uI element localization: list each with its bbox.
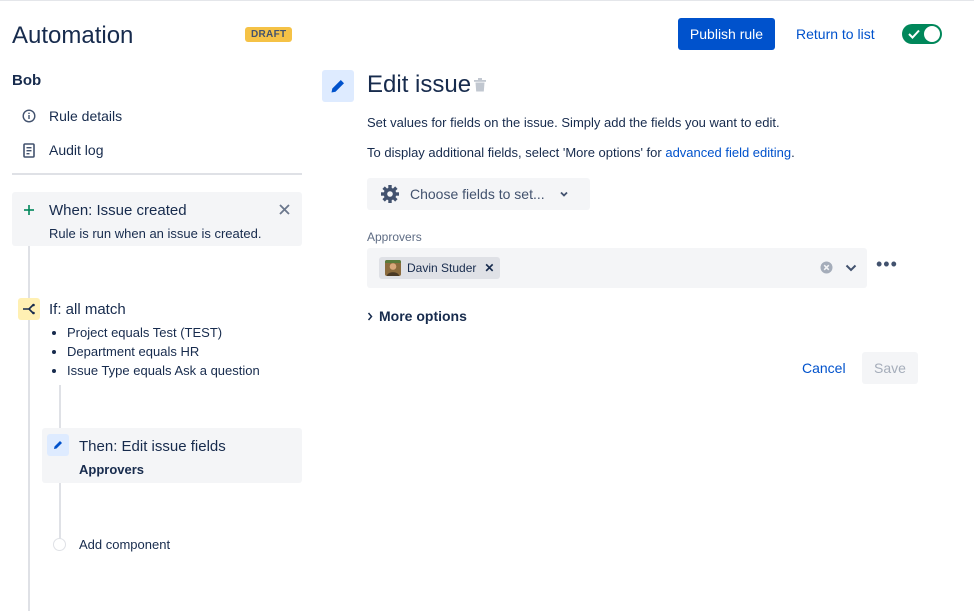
trigger-title: When: Issue created xyxy=(49,202,187,219)
condition-list: Project equals Test (TEST) Department eq… xyxy=(50,323,260,380)
toggle-knob xyxy=(924,26,940,42)
clear-selection-icon[interactable] xyxy=(820,261,833,279)
app-title: Automation xyxy=(12,22,134,49)
rule-details-link[interactable]: Rule details xyxy=(20,106,122,126)
panel-title: Edit issue xyxy=(367,71,472,98)
approvers-label: Approvers xyxy=(367,230,422,244)
audit-log-link[interactable]: Audit log xyxy=(20,140,103,160)
return-to-list-link[interactable]: Return to list xyxy=(796,26,875,42)
publish-rule-button[interactable]: Publish rule xyxy=(678,18,775,50)
dropdown-chevron-icon[interactable] xyxy=(844,261,858,280)
action-detail: Approvers xyxy=(79,462,145,477)
plus-icon xyxy=(18,199,40,221)
action-title: Then: Edit issue fields xyxy=(79,438,226,455)
pencil-icon xyxy=(47,434,69,456)
top-border xyxy=(0,0,974,1)
save-button[interactable]: Save xyxy=(862,352,918,384)
draft-badge: DRAFT xyxy=(245,27,293,42)
approver-chip: Davin Studer ✕ xyxy=(379,257,501,279)
remove-approver-icon[interactable]: ✕ xyxy=(484,261,494,275)
trigger-description: Rule is run when an issue is created. xyxy=(49,226,262,241)
panel-description: Set values for fields on the issue. Simp… xyxy=(367,115,780,130)
approver-name: Davin Studer xyxy=(407,261,477,275)
chevron-down-icon xyxy=(559,189,569,199)
advanced-hint-suffix: . xyxy=(791,145,795,160)
condition-item: Project equals Test (TEST) xyxy=(67,323,260,342)
choose-fields-label: Choose fields to set... xyxy=(410,186,545,202)
condition-title[interactable]: If: all match xyxy=(49,301,126,318)
cancel-button[interactable]: Cancel xyxy=(802,360,846,376)
more-options-toggle[interactable]: More options xyxy=(367,308,467,324)
edit-issue-icon xyxy=(322,70,354,102)
more-options-label: More options xyxy=(379,308,467,324)
remove-trigger-icon[interactable] xyxy=(279,202,290,220)
rule-name: Bob xyxy=(12,72,42,89)
branch-icon xyxy=(18,298,40,320)
advanced-field-editing-link[interactable]: advanced field editing xyxy=(665,145,791,160)
chevron-right-icon xyxy=(367,312,373,321)
trigger-card[interactable]: When: Issue created Rule is run when an … xyxy=(12,192,302,246)
add-component-dot-icon xyxy=(53,538,66,551)
check-icon xyxy=(908,29,920,39)
audit-log-label: Audit log xyxy=(49,142,104,158)
avatar xyxy=(385,260,401,276)
advanced-hint-text: To display additional fields, select 'Mo… xyxy=(367,145,666,160)
condition-item: Issue Type equals Ask a question xyxy=(67,361,260,380)
add-component-link[interactable]: Add component xyxy=(79,537,170,552)
trash-icon[interactable] xyxy=(474,78,486,97)
rule-details-label: Rule details xyxy=(49,108,123,124)
document-icon xyxy=(20,141,38,159)
condition-item: Department equals HR xyxy=(67,342,260,361)
more-actions-icon[interactable]: ••• xyxy=(876,255,898,273)
action-card[interactable]: Then: Edit issue fields Approvers xyxy=(42,428,302,483)
gear-icon xyxy=(380,184,400,204)
sidebar-divider xyxy=(12,173,302,175)
info-icon xyxy=(20,107,38,125)
approvers-select[interactable]: Davin Studer ✕ xyxy=(367,248,867,288)
choose-fields-button[interactable]: Choose fields to set... xyxy=(367,178,590,210)
advanced-editing-hint: To display additional fields, select 'Mo… xyxy=(367,145,795,160)
rule-enabled-toggle[interactable] xyxy=(902,24,942,44)
